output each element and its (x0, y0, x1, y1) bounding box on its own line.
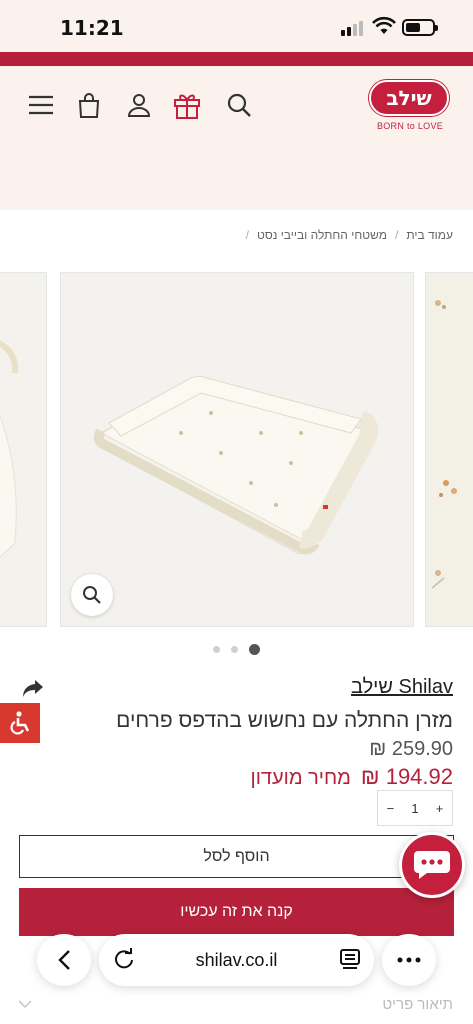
site-logo[interactable]: שילב BORN to LOVE (369, 80, 451, 134)
chat-icon (414, 851, 450, 879)
breadcrumb-home[interactable]: עמוד בית (406, 228, 453, 242)
promo-bar (0, 52, 473, 66)
chevron-down-icon (18, 996, 32, 1014)
cellular-signal-icon (341, 20, 365, 36)
qty-value[interactable]: 1 (411, 801, 418, 816)
description-accordion[interactable]: תיאור פריט (0, 994, 473, 1024)
logo-tagline: BORN to LOVE (376, 121, 444, 131)
share-icon[interactable] (22, 678, 44, 703)
browser-url[interactable]: shilav.co.il (99, 950, 374, 971)
gallery-dot[interactable] (231, 646, 238, 653)
club-price: 194.92 ₪ מחיר מועדון (251, 764, 453, 790)
battery-icon (402, 19, 438, 36)
product-brand-link[interactable]: Shilav שילב (351, 676, 453, 699)
page: 11:21 שילב BORN to LOVE עמוד בית / משטחי… (0, 0, 473, 1024)
chat-button[interactable] (399, 832, 465, 898)
menu-icon[interactable] (26, 90, 56, 120)
changing-mattress-image (93, 375, 378, 555)
gallery-dot-active[interactable] (249, 644, 260, 655)
browser-address-bar[interactable]: shilav.co.il (99, 934, 374, 986)
product-gallery[interactable] (0, 272, 473, 628)
zoom-button[interactable] (71, 574, 113, 616)
gallery-slide-previous[interactable] (0, 272, 47, 627)
status-time: 11:21 (60, 16, 124, 40)
accessibility-button[interactable] (0, 703, 40, 743)
wifi-icon (372, 16, 396, 41)
gift-icon[interactable] (172, 90, 202, 120)
breadcrumb-separator: / (394, 228, 399, 242)
browser-more-button[interactable] (382, 934, 436, 986)
breadcrumb-category[interactable]: משטחי החתלה ובייבי נסט (257, 228, 387, 242)
quantity-stepper: − 1 + (377, 790, 453, 826)
qty-decrease-button[interactable]: − (387, 801, 395, 816)
product-title: מזרן החתלה עם נחשוש בהדפס פרחים (116, 709, 453, 732)
status-bar: 11:21 (0, 0, 473, 52)
reader-mode-icon[interactable] (340, 949, 360, 976)
breadcrumb-separator: / (245, 228, 249, 242)
accessibility-icon (10, 711, 30, 735)
buy-now-button[interactable]: קנה את זה עכשיו (19, 888, 454, 936)
club-price-label: מחיר מועדון (250, 767, 351, 789)
breadcrumb: עמוד בית / משטחי החתלה ובייבי נסט / (246, 228, 453, 242)
club-price-amount: 194.92 ₪ (360, 764, 453, 789)
gallery-slide-next[interactable] (425, 272, 473, 627)
user-icon[interactable] (124, 90, 154, 120)
chevron-left-icon (58, 950, 70, 970)
gallery-dot[interactable] (213, 646, 220, 653)
zoom-icon (83, 586, 101, 604)
qty-increase-button[interactable]: + (436, 801, 444, 816)
bag-icon[interactable] (74, 90, 104, 120)
search-icon[interactable] (224, 90, 254, 120)
regular-price: 259.90 ₪ (369, 738, 453, 760)
logo-text: שילב (369, 80, 449, 116)
gallery-pagination (0, 643, 473, 655)
description-label: תיאור פריט (382, 996, 453, 1013)
site-header: שילב BORN to LOVE (0, 66, 473, 210)
add-to-cart-button[interactable]: הוסף לסל (19, 835, 454, 878)
gallery-slide-main[interactable] (60, 272, 414, 627)
browser-back-button[interactable] (37, 934, 91, 986)
more-icon (397, 957, 421, 963)
